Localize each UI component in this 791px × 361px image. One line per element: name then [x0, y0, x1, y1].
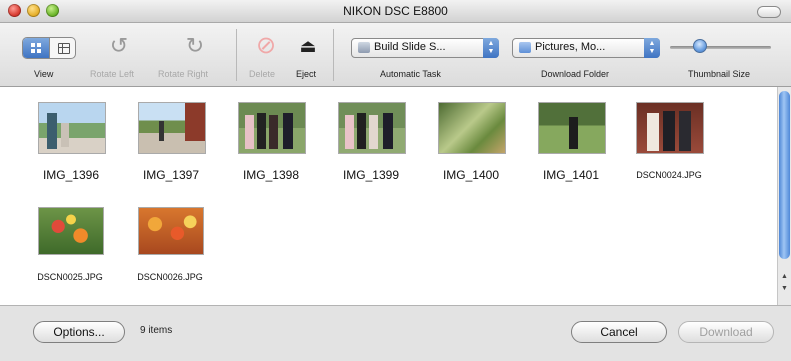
thumbnail-label[interactable]: IMG_1400: [438, 168, 504, 182]
automatic-task-label: Automatic Task: [380, 69, 441, 79]
thumbnail-label[interactable]: IMG_1401: [538, 168, 604, 182]
item-count: 9 items: [140, 325, 173, 336]
thumbnail-size-slider-track[interactable]: [670, 46, 771, 49]
thumbnail-image[interactable]: [438, 102, 506, 154]
download-folder-label: Download Folder: [541, 69, 610, 79]
toolbar-separator: [236, 29, 237, 81]
automatic-task-popup[interactable]: Build Slide S... ▲ ▼: [351, 38, 499, 58]
thumbnail-image[interactable]: [138, 207, 204, 255]
thumbnail-label[interactable]: DSCN0026.JPG: [120, 272, 220, 282]
thumbnail-label[interactable]: DSCN0024.JPG: [626, 170, 712, 180]
popup-arrows-icon: ▲ ▼: [483, 38, 499, 58]
thumbnail-image[interactable]: [636, 102, 704, 154]
toolbar-toggle-button[interactable]: [757, 6, 781, 18]
download-folder-value: Pictures, Mo...: [535, 41, 606, 53]
toolbar: View ↺ Rotate Left ↻ Rotate Right ⊘ Dele…: [0, 23, 791, 87]
thumbnail-label[interactable]: IMG_1397: [138, 168, 204, 182]
thumbnail-label[interactable]: IMG_1396: [38, 168, 104, 182]
scrollbar-thumb[interactable]: [779, 91, 790, 259]
slideshow-icon: [358, 42, 370, 53]
thumbnail-label[interactable]: IMG_1399: [338, 168, 404, 182]
thumbnail-size-slider-knob[interactable]: [693, 39, 708, 53]
thumbnail-image[interactable]: [38, 207, 104, 255]
rotate-left-icon[interactable]: ↺: [107, 35, 131, 57]
view-mode-control[interactable]: [22, 37, 76, 59]
toolbar-separator: [333, 29, 334, 81]
eject-label[interactable]: Eject: [296, 69, 316, 79]
image-capture-window: NIKON DSC E8800 View ↺ Rotate Left ↻ Rot…: [0, 0, 791, 361]
thumbnail-grid: IMG_1396 IMG_1397 IMG_1398 IMG_1399 IMG_…: [0, 87, 777, 305]
list-icon: [58, 43, 70, 54]
thumbnail-image[interactable]: [38, 102, 106, 154]
list-view-segment[interactable]: [49, 38, 75, 58]
options-button[interactable]: Options...: [33, 321, 125, 343]
thumbnail-label[interactable]: IMG_1398: [238, 168, 304, 182]
download-folder-popup[interactable]: Pictures, Mo... ▲ ▼: [512, 38, 660, 58]
title-bar: NIKON DSC E8800: [0, 0, 791, 23]
thumbnail-size-label: Thumbnail Size: [688, 69, 751, 79]
view-label: View: [34, 69, 54, 79]
window-title: NIKON DSC E8800: [343, 4, 448, 18]
thumbnail-image[interactable]: [338, 102, 406, 154]
scroll-down-icon[interactable]: ▼: [781, 285, 788, 292]
cancel-button[interactable]: Cancel: [571, 321, 667, 343]
icon-view-segment[interactable]: [23, 38, 49, 58]
download-button[interactable]: Download: [678, 321, 774, 343]
popup-arrows-icon: ▲ ▼: [644, 38, 660, 58]
delete-icon[interactable]: ⊘: [254, 34, 278, 58]
footer-bar: Options... 9 items Cancel Download: [0, 305, 791, 361]
vertical-scrollbar[interactable]: ▲ ▼: [777, 87, 791, 305]
thumbnail-image[interactable]: [538, 102, 606, 154]
rotate-right-icon[interactable]: ↻: [183, 35, 207, 57]
thumbnail-image[interactable]: [138, 102, 206, 154]
rotate-left-label[interactable]: Rotate Left: [90, 69, 134, 79]
eject-icon[interactable]: ⏏: [296, 35, 320, 57]
thumbnail-label[interactable]: DSCN0025.JPG: [20, 272, 120, 282]
grid-icon: [31, 43, 41, 53]
rotate-right-label[interactable]: Rotate Right: [158, 69, 208, 79]
thumbnail-image[interactable]: [238, 102, 306, 154]
delete-label[interactable]: Delete: [249, 69, 275, 79]
folder-icon: [519, 42, 531, 53]
scroll-up-icon[interactable]: ▲: [781, 273, 788, 280]
automatic-task-value: Build Slide S...: [374, 41, 446, 53]
